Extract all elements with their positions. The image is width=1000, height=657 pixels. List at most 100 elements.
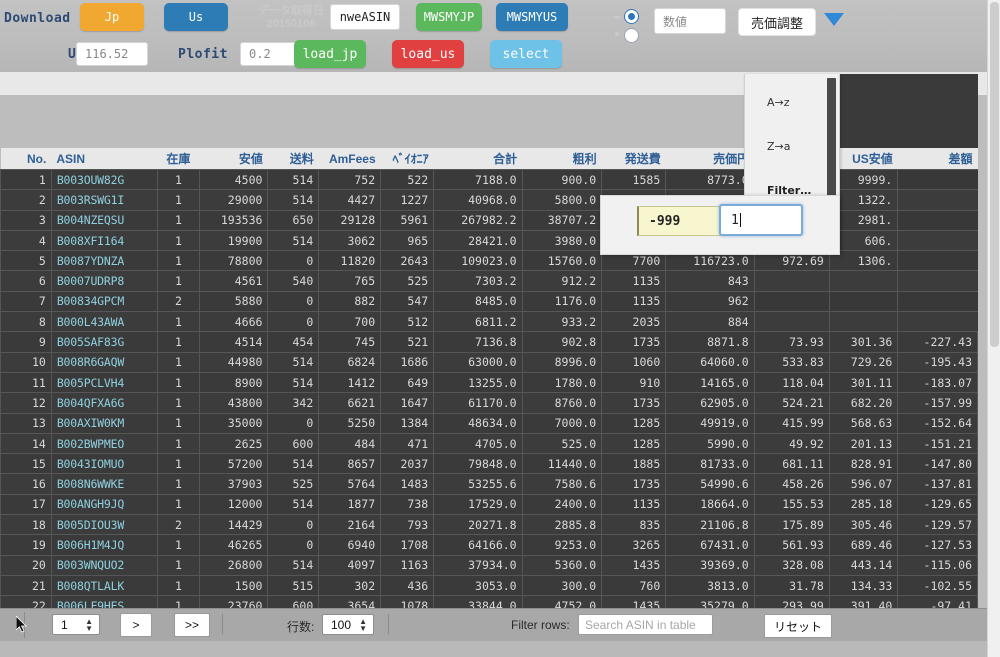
cell-us_low: 443.14: [828, 554, 899, 576]
col-header-amfees[interactable]: AmFees: [318, 148, 381, 170]
jp-download-button[interactable]: Jp: [80, 3, 144, 31]
load-jp-button[interactable]: load_jp: [294, 40, 366, 68]
cell-pioneer: 471: [380, 432, 435, 455]
cell-amfees: 29128: [318, 209, 382, 231]
cell-shipcost: 1735: [601, 331, 667, 353]
menu-sort-desc[interactable]: Z→a: [745, 132, 839, 160]
cell-pioneer: 5961: [380, 209, 435, 231]
filter-popup[interactable]: -999 1: [600, 195, 840, 255]
select-button[interactable]: select: [490, 40, 562, 68]
cell-total: 8485.0: [433, 290, 523, 313]
col-header-ship[interactable]: 送料: [267, 148, 319, 170]
cell-ship: 514: [267, 554, 320, 576]
table-row[interactable]: 17 B00ANGH9JQ 1 12000 514 1877 738 17529.0 2400.…: [0, 493, 978, 516]
cell-price_jpy: 49919.0: [665, 412, 755, 434]
cell-diff: [897, 209, 978, 231]
col-header-price_jpy[interactable]: 売価円: [665, 148, 755, 170]
data-date-value: 20150106: [266, 18, 316, 30]
cell-price_jpy: 21106.8: [665, 514, 755, 536]
cell-diff: [897, 168, 978, 191]
mode-radio-star[interactable]: *: [610, 28, 639, 43]
radio-minus-dot[interactable]: [624, 9, 639, 24]
cell-ship: 514: [267, 229, 320, 252]
mws-myus-button[interactable]: MWSMYUS: [496, 3, 568, 31]
table-row[interactable]: 13 B00AXIW0KM 1 35000 0 5250 1384 48634.0 7000.0…: [0, 412, 978, 434]
chevron-down-icon[interactable]: [824, 13, 844, 26]
cell-pioneer: 793: [380, 514, 435, 536]
cell-pioneer: 1686: [380, 351, 435, 373]
col-header-no[interactable]: No.: [0, 148, 52, 170]
table-row[interactable]: 20 B003WNQUO2 1 26800 514 4097 1163 37934.0 5360…: [0, 554, 978, 576]
cell-price_jpy: 962: [665, 290, 755, 313]
cell-no: 8: [0, 311, 52, 333]
next-page-button[interactable]: >: [120, 613, 152, 637]
usd-rate-input[interactable]: 116.52: [76, 42, 148, 66]
menu-scrollbar-thumb[interactable]: [827, 78, 836, 208]
col-header-asin[interactable]: ASIN: [51, 148, 158, 170]
table-row[interactable]: 6 B0007UDRP8 1 4561 540 765 525 7303.2 912.2 1135…: [0, 270, 978, 292]
cell-no: 3: [0, 209, 52, 231]
col-header-total[interactable]: 合計: [433, 148, 523, 170]
cell-no: 13: [0, 412, 52, 434]
profit-label: Plofit: [178, 47, 228, 62]
page-scrollbar-thumb[interactable]: [990, 2, 999, 347]
us-download-button[interactable]: Us: [164, 3, 228, 31]
rows-per-page-select[interactable]: 100 ▲ ▼: [322, 614, 374, 635]
col-header-stock[interactable]: 在庫: [157, 148, 200, 170]
cell-amfees: 5250: [318, 412, 382, 434]
col-header-low[interactable]: 安値: [199, 148, 268, 170]
page-scrollbar[interactable]: [987, 0, 1000, 657]
cell-asin: B006H1M4JQ: [50, 534, 158, 556]
table-row[interactable]: 15 B0043IOMUO 1 57200 514 8657 2037 79848.0 1144…: [0, 453, 978, 475]
cell-stock: 1: [156, 453, 200, 475]
cell-price_usd: 31.78: [753, 574, 830, 597]
col-header-gross[interactable]: 粗利: [522, 148, 602, 170]
cell-us_low: [828, 270, 898, 292]
cell-total: 79848.0: [433, 453, 523, 475]
table-row[interactable]: 19 B006H1M4JQ 1 46265 0 6940 1708 64166.0 9253.0…: [0, 534, 978, 556]
cell-ship: 514: [267, 168, 320, 191]
cell-gross: 300.0: [521, 574, 603, 597]
col-header-shipcost[interactable]: 発送費: [601, 148, 666, 170]
table-row[interactable]: 8 B000L43AWA 1 4666 0 700 512 6811.2 933.2 2035 88…: [0, 311, 978, 333]
numeric-input[interactable]: 数値: [654, 8, 726, 34]
table-row[interactable]: 9 B005SAF83G 1 4514 454 745 521 7136.8 902.8 1735…: [0, 331, 978, 353]
table-row[interactable]: 18 B005DIOU3W 2 14429 0 2164 793 20271.8 2885.8 8…: [0, 514, 978, 536]
table-row[interactable]: 16 B008N6WWKE 1 37903 525 5764 1483 53255.6 7580…: [0, 473, 978, 495]
cell-shipcost: 835: [601, 514, 667, 536]
page-select[interactable]: 1 ▲ ▼: [52, 614, 100, 635]
col-header-pioneer[interactable]: ﾍﾞｲｵﾆｱ: [380, 148, 434, 170]
load-us-button[interactable]: load_us: [392, 40, 464, 68]
cell-no: 14: [0, 432, 52, 455]
table-row[interactable]: 7 B00834GPCM 2 5880 0 882 547 8485.0 1176.0 1135 9…: [0, 290, 978, 313]
cell-amfees: 1412: [318, 371, 382, 394]
cell-us_low: [828, 311, 898, 333]
table-row[interactable]: 21 B008QTLALK 1 1500 515 302 436 3053.0 300.0 760…: [0, 574, 978, 597]
table-row[interactable]: 12 B004QFXA6G 1 43800 342 6621 1647 61170.0 8760…: [0, 392, 978, 414]
mws-myjp-button[interactable]: MWSMYJP: [416, 3, 482, 31]
reset-button[interactable]: リセット: [764, 614, 832, 638]
cell-no: 7: [0, 290, 52, 313]
profit-input[interactable]: 0.2: [240, 42, 298, 66]
radio-star-dot[interactable]: [624, 28, 639, 43]
filter-range-field[interactable]: -999: [637, 206, 721, 236]
last-page-button[interactable]: >>: [174, 613, 210, 637]
cell-stock: 1: [156, 574, 200, 597]
cell-stock: 1: [156, 432, 200, 455]
search-asin-input[interactable]: Search ASIN in table: [578, 614, 713, 635]
minus-icon: −: [613, 9, 621, 24]
new-asin-button[interactable]: nweASIN: [330, 4, 400, 30]
cell-amfees: 8657: [318, 453, 382, 475]
table-row[interactable]: 11 B005PCLVH4 1 8900 514 1412 649 13255.0 1780.0…: [0, 371, 978, 394]
cell-low: 2625: [198, 432, 269, 455]
cell-pioneer: 965: [380, 229, 435, 252]
price-adjust-button[interactable]: 売価調整: [738, 8, 816, 36]
filter-value-input[interactable]: 1: [719, 204, 803, 236]
col-header-diff[interactable]: 差額: [897, 148, 978, 170]
cell-price_usd: 175.89: [753, 514, 830, 536]
top-toolbar: Download Jp Us データ取得日 20150106 nweASIN M…: [0, 0, 988, 72]
mode-radio-minus[interactable]: −: [610, 9, 639, 24]
menu-sort-asc[interactable]: A→z: [745, 88, 839, 116]
table-row[interactable]: 14 B002BWPMEO 1 2625 600 484 471 4705.0 525.0 128…: [0, 432, 978, 455]
table-row[interactable]: 10 B008R6GAQW 1 44980 514 6824 1686 63000.0 8996…: [0, 351, 978, 373]
